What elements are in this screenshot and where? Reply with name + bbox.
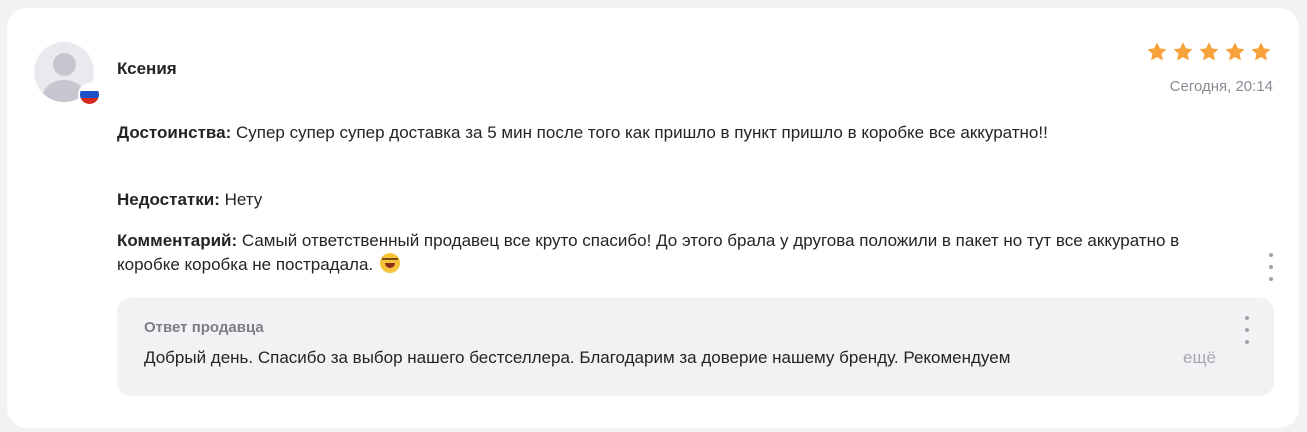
laughing-emoji-icon <box>379 253 400 273</box>
seller-reply-more-link[interactable]: ещё <box>1143 348 1216 368</box>
review-comment: Комментарий: Самый ответственный продаве… <box>117 229 1207 277</box>
star-icon <box>1251 42 1271 61</box>
review-more-options-icon[interactable] <box>1261 253 1281 281</box>
cons-label: Недостатки: <box>117 190 220 209</box>
author-name: Ксения <box>117 59 177 78</box>
avatar-head-shape <box>53 53 76 76</box>
review-cons: Недостатки: Нету <box>117 188 1207 212</box>
seller-reply-text: Добрый день. Спасибо за выбор нашего бес… <box>144 348 1011 367</box>
seller-reply-title: Ответ продавца <box>144 319 264 336</box>
star-icon <box>1225 42 1245 61</box>
comment-label: Комментарий: <box>117 231 238 250</box>
seller-reply-more-options-icon[interactable] <box>1237 316 1257 344</box>
russia-flag-icon <box>78 83 101 106</box>
star-icon <box>1199 42 1219 61</box>
star-icon <box>1147 42 1167 61</box>
cons-text: Нету <box>224 190 263 209</box>
review-date: Сегодня, 20:14 <box>1169 78 1273 95</box>
comment-text: Самый ответственный продавец все круто с… <box>117 231 1180 274</box>
star-rating <box>1145 40 1273 64</box>
review-card: Ксения Сегодня, 20:14 Достоинства: Супер… <box>7 8 1299 428</box>
star-icon <box>1173 42 1193 61</box>
pros-text: Супер супер супер доставка за 5 мин посл… <box>236 123 1048 142</box>
seller-reply: Ответ продавца Добрый день. Спасибо за в… <box>117 298 1274 396</box>
pros-label: Достоинства: <box>117 123 232 142</box>
review-pros: Достоинства: Супер супер супер доставка … <box>117 121 1207 145</box>
